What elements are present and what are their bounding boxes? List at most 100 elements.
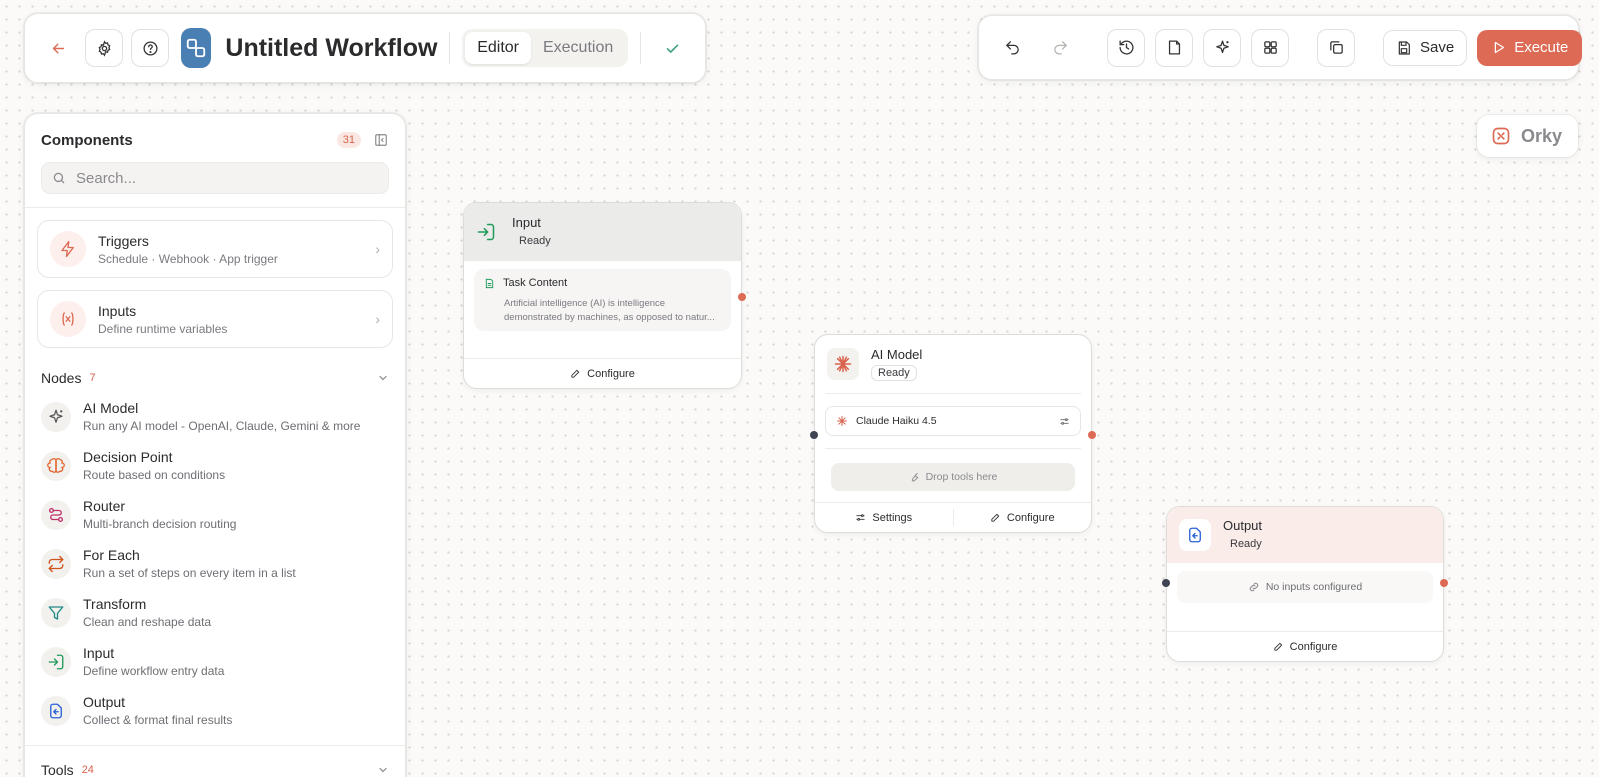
sidebar-item-decision-point[interactable]: Decision Point Route based on conditions [25,441,405,490]
configure-button[interactable]: Configure [1167,631,1443,661]
tools-drop-zone[interactable]: Drop tools here [831,463,1075,491]
inputs-card[interactable]: Inputs Define runtime variables › [37,290,393,348]
divider [449,32,451,64]
variable-icon [62,312,74,326]
notes-button[interactable] [1155,28,1193,67]
section-title: Tools [41,762,74,777]
section-title: Nodes [41,370,82,386]
nodes-section-header[interactable]: Nodes 7 [25,364,405,392]
sliders-icon [856,514,865,521]
orky-assistant-button[interactable]: Orky [1477,115,1578,157]
arrow-left-icon [52,43,64,53]
save-label: Save [1420,39,1455,56]
output-port[interactable] [1088,431,1096,439]
output-port[interactable] [738,293,746,301]
card-icon-wrap [50,231,86,267]
undo-button[interactable] [993,28,1031,67]
execute-label: Execute [1514,39,1569,56]
node-title: Input [83,645,115,661]
node-title: Output [83,694,126,710]
chevron-right-icon: › [375,241,380,257]
workflow-toolbar: Save Execute [978,15,1583,80]
redo-icon [1053,41,1067,55]
model-selector[interactable]: Claude Haiku 4.5 [825,406,1081,436]
node-icon-wrap [41,499,71,530]
input-node[interactable]: Input Ready Task Content Artificial inte… [463,202,746,389]
tab-editor[interactable]: Editor [465,32,531,64]
chevron-right-icon: › [375,311,380,327]
node-icon-wrap [41,450,71,481]
card-subtitle: Schedule · Webhook · App trigger [98,251,278,266]
configure-label: Configure [1289,640,1338,653]
sidebar-item-output[interactable]: Output Collect & format final results [25,686,405,735]
tab-execution[interactable]: Execution [531,32,625,64]
output-icon [50,703,62,718]
field-preview: Artificial intelligence (AI) is intellig… [504,298,715,323]
card-title: Inputs [98,302,137,319]
chevron-down-icon [379,767,387,773]
check-icon [666,44,678,53]
execute-button[interactable]: Execute [1477,29,1583,66]
node-icon-wrap [827,348,859,380]
components-sidebar: Components 31 Triggers Schedule · Webhoo… [24,113,406,777]
history-button[interactable] [1107,28,1145,67]
node-title: Input [512,215,541,230]
help-button[interactable] [131,29,169,67]
output-port[interactable] [1440,579,1448,587]
node-header: Input Ready [464,203,741,261]
triggers-card[interactable]: Triggers Schedule · Webhook · App trigge… [37,220,393,278]
node-icon-wrap [41,646,71,677]
link-icon [1249,582,1259,592]
workflow-title[interactable]: Untitled Workflow [225,34,437,63]
model-name: Claude Haiku 4.5 [856,415,937,427]
play-icon [1494,41,1505,54]
brain-icon [47,457,65,473]
pencil-icon [1274,642,1282,651]
node-subtitle: Run any AI model - OpenAI, Claude, Gemin… [83,419,361,433]
sidebar-item-ai-model[interactable]: AI Model Run any AI model - OpenAI, Clau… [25,392,405,441]
collapse-sidebar-button[interactable] [373,132,389,148]
status-badge: Ready [871,365,917,381]
back-button[interactable] [39,29,77,67]
configure-button[interactable]: Configure [954,503,1092,532]
card-subtitle: Define runtime variables [98,321,228,336]
node-icon-wrap [1179,519,1211,551]
card-icon-wrap [50,301,86,337]
divider [825,448,1081,449]
section-count: 7 [89,372,96,384]
node-subtitle: Run a set of steps on every item in a li… [83,566,296,580]
settings-button[interactable]: Settings [815,503,953,532]
status-badge: Ready [512,233,558,249]
document-icon [485,278,494,288]
sparkle-icon [1215,40,1229,54]
save-button[interactable]: Save [1383,29,1468,66]
ai-assist-button[interactable] [1203,28,1241,67]
node-subtitle: Clean and reshape data [83,615,212,629]
input-field-card[interactable]: Task Content Artificial intelligence (AI… [474,269,731,331]
input-port[interactable] [1162,579,1170,587]
sliders-icon [1060,417,1069,425]
configure-button[interactable]: Configure [464,358,741,388]
divider [25,745,405,746]
redo-button[interactable] [1041,28,1079,67]
gear-icon [98,39,110,57]
node-footer: Settings Configure [815,502,1091,532]
sidebar-item-input[interactable]: Input Define workflow entry data [25,637,405,686]
status-badge: Ready [1223,536,1269,552]
ai-model-node[interactable]: AI Model Ready Claude Haiku 4.5 Drop too… [810,334,1096,533]
sidebar-item-transform[interactable]: Transform Clean and reshape data [25,588,405,637]
sidebar-item-for-each[interactable]: For Each Run a set of steps on every ite… [25,539,405,588]
sidebar-collapse-icon [375,134,387,146]
input-port[interactable] [810,431,818,439]
pencil-icon [991,513,1000,522]
node-icon-wrap [41,597,71,628]
tools-section-header[interactable]: Tools 24 [25,756,405,777]
output-node[interactable]: Output Ready No inputs configured Config… [1162,506,1448,662]
node-title: For Each [83,547,140,563]
sidebar-item-router[interactable]: Router Multi-branch decision routing [25,490,405,539]
search-input[interactable] [76,169,378,187]
settings-button[interactable] [85,29,123,67]
templates-button[interactable] [1251,28,1289,67]
divider [640,32,642,64]
duplicate-button[interactable] [1317,28,1355,67]
